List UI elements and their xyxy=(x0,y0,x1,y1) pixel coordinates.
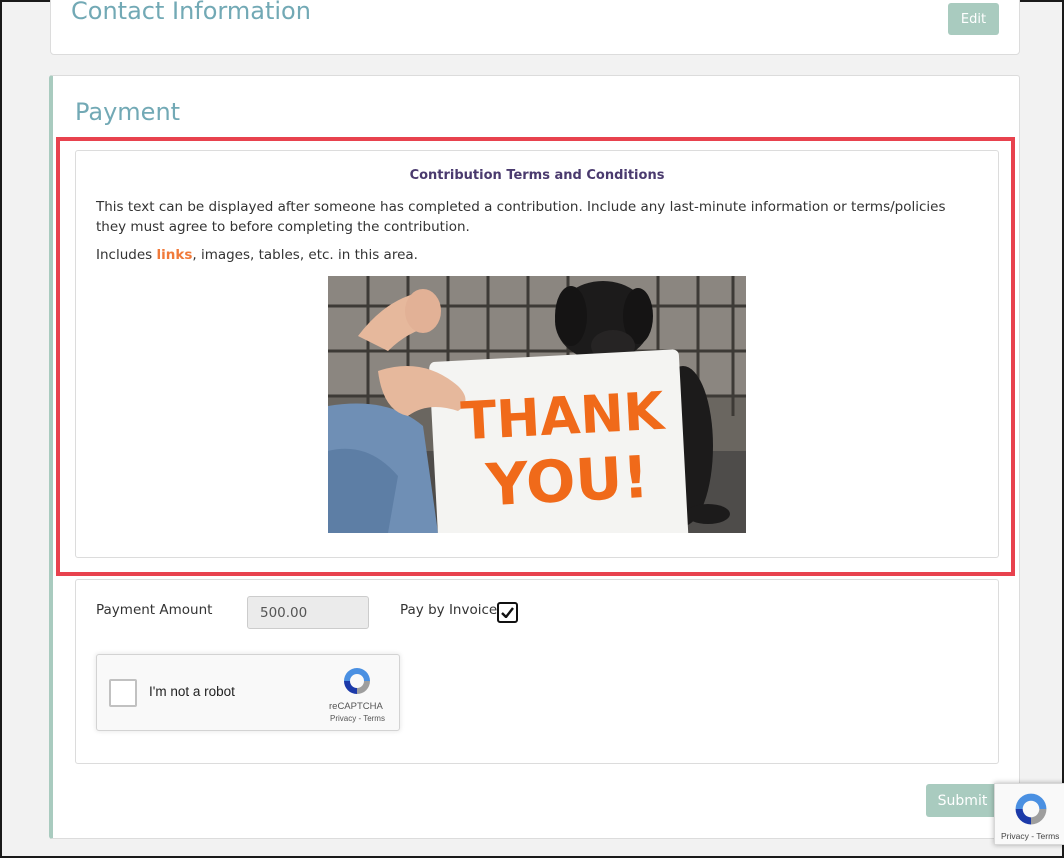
payment-amount-label: Payment Amount xyxy=(96,602,213,618)
terms-links-line: Includes links, images, tables, etc. in … xyxy=(96,247,418,263)
terms-links-suffix: , images, tables, etc. in this area. xyxy=(192,247,418,263)
recaptcha-checkbox[interactable] xyxy=(109,679,137,707)
payment-title: Payment xyxy=(75,98,181,126)
terms-paragraph: This text can be displayed after someone… xyxy=(96,199,946,235)
submit-button[interactable]: Submit xyxy=(926,784,999,817)
recaptcha-widget: I'm not a robot reCAPTCHA Privacy - Term… xyxy=(96,654,400,731)
recaptcha-brand: reCAPTCHA xyxy=(329,701,383,712)
recaptcha-privacy-terms[interactable]: Privacy - Terms xyxy=(330,714,385,723)
thank-you-image: THANK YOU! xyxy=(328,276,746,533)
thank-text: THANK xyxy=(460,382,668,453)
pay-by-invoice-checkbox[interactable] xyxy=(497,602,518,623)
checkmark-icon xyxy=(501,607,514,618)
contact-information-card: Contact Information Edit xyxy=(50,0,1020,55)
terms-heading: Contribution Terms and Conditions xyxy=(409,168,665,183)
pay-by-invoice-label: Pay by Invoice xyxy=(400,602,498,618)
you-text: YOU! xyxy=(483,443,650,519)
terms-links-prefix: Includes xyxy=(96,247,157,263)
terms-panel: Contribution Terms and Conditions This t… xyxy=(75,150,999,558)
payment-amount-input[interactable] xyxy=(247,596,369,629)
edit-button[interactable]: Edit xyxy=(948,3,999,35)
payment-fields-panel: Payment Amount Pay by Invoice I'm not a … xyxy=(75,579,999,764)
contact-information-title: Contact Information xyxy=(71,0,311,25)
recaptcha-logo-icon xyxy=(344,668,370,694)
recaptcha-badge-links[interactable]: Privacy - Terms xyxy=(1001,831,1059,841)
links-link[interactable]: links xyxy=(156,247,192,263)
recaptcha-badge-icon xyxy=(1015,793,1047,825)
recaptcha-badge[interactable]: Privacy - Terms xyxy=(994,783,1064,845)
recaptcha-label: I'm not a robot xyxy=(149,684,235,699)
